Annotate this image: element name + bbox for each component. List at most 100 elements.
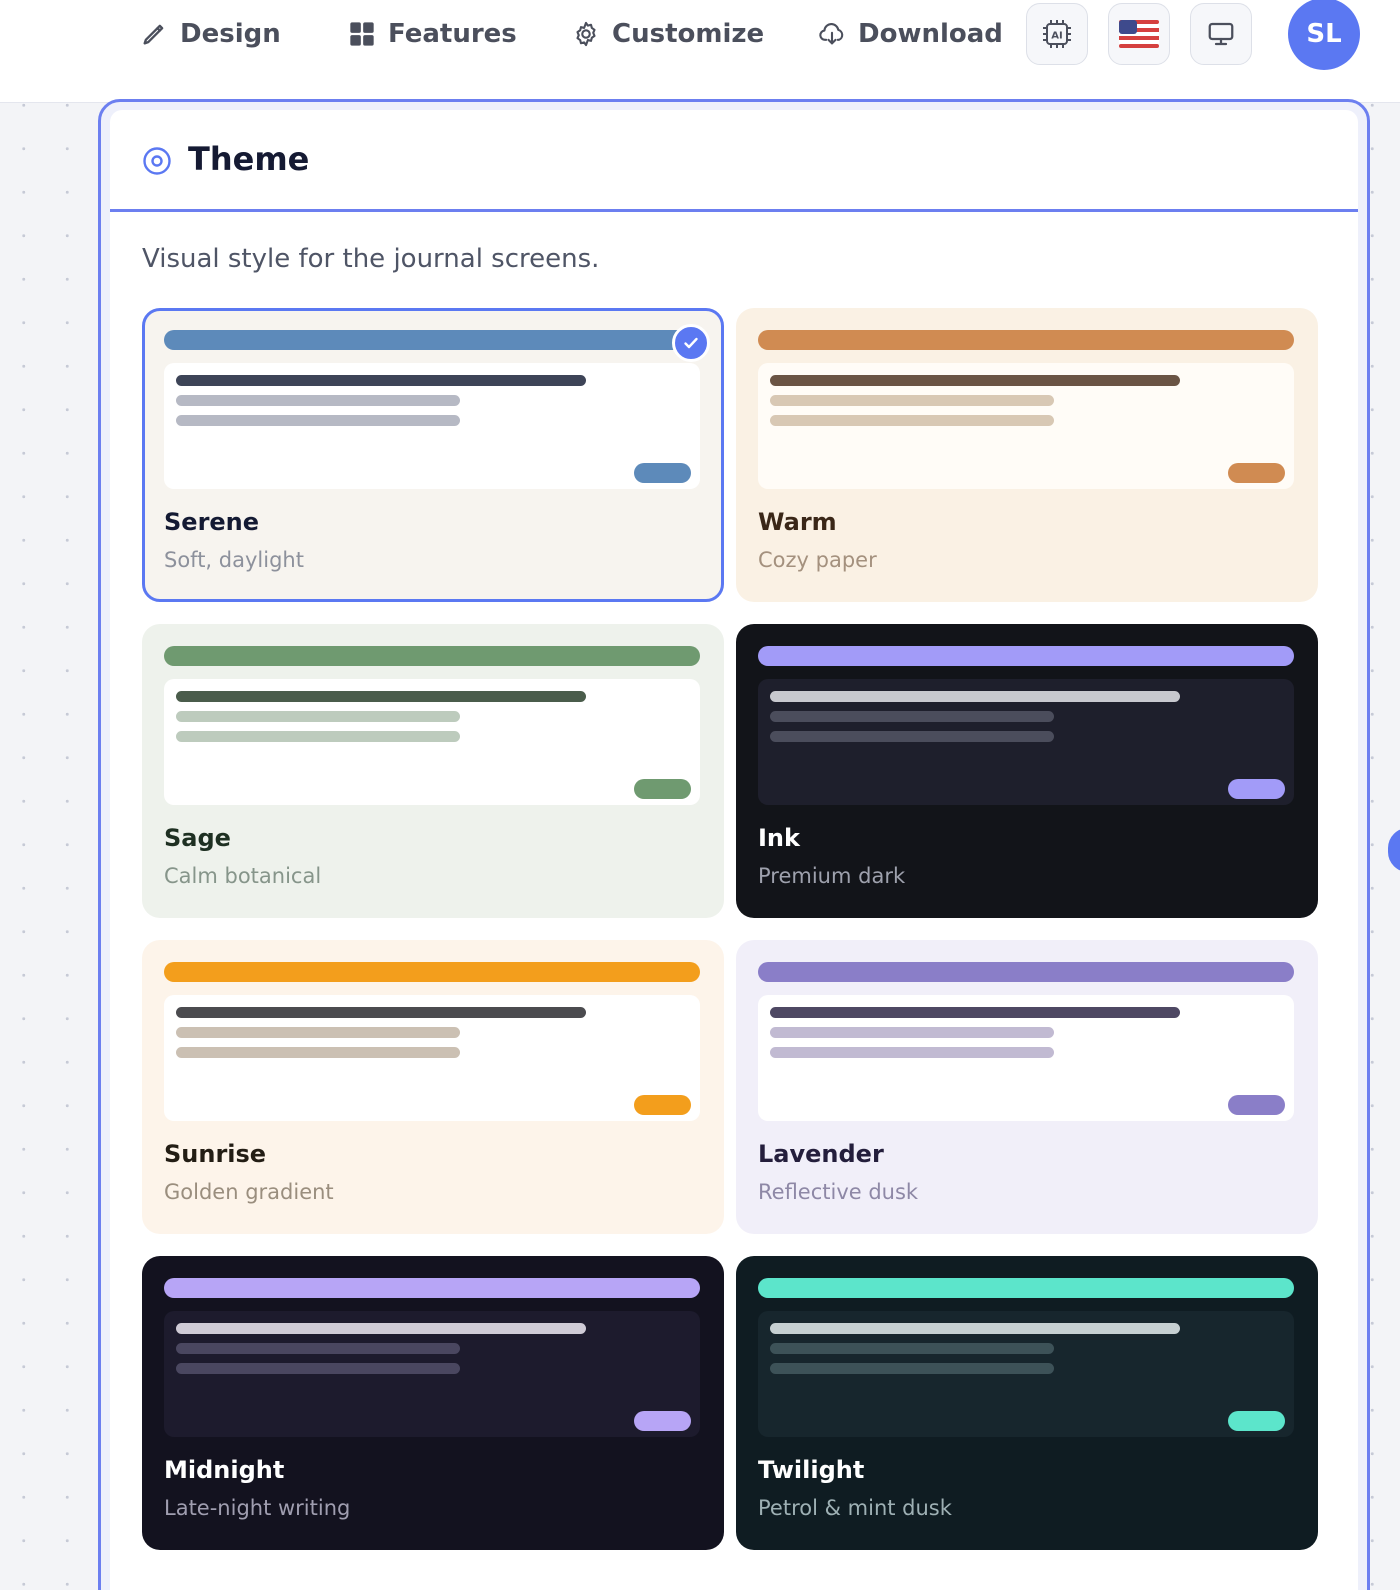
theme-preview-line xyxy=(176,415,460,426)
theme-preview-button xyxy=(1228,1411,1285,1431)
theme-preview-button xyxy=(634,779,691,799)
theme-name: Twilight xyxy=(758,1456,865,1484)
target-icon xyxy=(143,147,171,175)
theme-preview-line xyxy=(176,691,586,702)
preview-device-button[interactable] xyxy=(1190,3,1252,65)
nav-customize[interactable]: Customize xyxy=(572,14,764,54)
theme-preview-header-bar xyxy=(758,1278,1294,1298)
theme-preview-header-bar xyxy=(164,646,700,666)
theme-preview-header-bar xyxy=(758,646,1294,666)
user-avatar[interactable]: SL xyxy=(1288,0,1360,70)
ai-badge-text: AI xyxy=(1051,31,1062,42)
theme-subtitle: Late-night writing xyxy=(164,1496,351,1520)
nav-features-label: Features xyxy=(388,19,517,49)
theme-preview-line xyxy=(770,415,1054,426)
nav-features[interactable]: Features xyxy=(348,14,517,54)
theme-preview-button xyxy=(1228,463,1285,483)
cloud-download-icon xyxy=(819,23,844,45)
theme-preview-line xyxy=(770,1007,1180,1018)
theme-card-warm[interactable]: Warm Cozy paper xyxy=(736,308,1318,602)
monitor-icon xyxy=(1208,22,1234,46)
theme-preview-line xyxy=(176,1027,460,1038)
side-handle[interactable] xyxy=(1388,828,1400,872)
panel-title: Theme xyxy=(188,140,310,178)
nav-design-label: Design xyxy=(180,19,281,49)
theme-preview-header-bar xyxy=(164,1278,700,1298)
pen-icon xyxy=(143,24,164,45)
theme-preview-line xyxy=(770,1343,1054,1354)
theme-preview-line xyxy=(176,711,460,722)
theme-card-serene[interactable]: Serene Soft, daylight xyxy=(142,308,724,602)
theme-preview-line xyxy=(176,1343,460,1354)
theme-card-sunrise[interactable]: Sunrise Golden gradient xyxy=(142,940,724,1234)
theme-subtitle: Reflective dusk xyxy=(758,1180,919,1204)
theme-subtitle: Petrol & mint dusk xyxy=(758,1496,952,1520)
theme-preview-line xyxy=(770,395,1054,406)
theme-name: Midnight xyxy=(164,1456,285,1484)
selected-check-icon xyxy=(672,324,710,362)
ai-chip-icon: AI xyxy=(1043,20,1071,48)
grid-icon xyxy=(350,22,374,46)
theme-preview-line xyxy=(770,1363,1054,1374)
theme-panel: Theme Visual style for the journal scree… xyxy=(110,110,1358,1590)
theme-subtitle: Premium dark xyxy=(758,864,906,888)
theme-name: Sage xyxy=(164,824,231,852)
nav-design[interactable]: Design xyxy=(140,14,281,54)
theme-card-midnight[interactable]: Midnight Late-night writing xyxy=(142,1256,724,1550)
panel-header: Theme xyxy=(110,110,1358,212)
theme-name: Serene xyxy=(164,508,260,536)
theme-preview-header-bar xyxy=(164,962,700,982)
theme-preview-body xyxy=(164,1311,700,1437)
theme-preview-body xyxy=(164,363,700,489)
theme-preview-line xyxy=(770,1047,1054,1058)
nav-download-label: Download xyxy=(858,19,1003,49)
theme-preview-line xyxy=(176,395,460,406)
theme-preview-body xyxy=(164,995,700,1121)
theme-preview-button xyxy=(1228,779,1285,799)
theme-name: Warm xyxy=(758,508,837,536)
theme-preview-line xyxy=(770,711,1054,722)
theme-card-lavender[interactable]: Lavender Reflective dusk xyxy=(736,940,1318,1234)
theme-preview-line xyxy=(176,1047,460,1058)
theme-preview-button xyxy=(1228,1095,1285,1115)
theme-preview-button xyxy=(634,1411,691,1431)
theme-preview-line xyxy=(176,375,586,386)
theme-preview-line xyxy=(770,1323,1180,1334)
theme-name: Lavender xyxy=(758,1140,884,1168)
theme-preview-body xyxy=(758,679,1294,805)
theme-preview-body xyxy=(758,363,1294,489)
theme-card-ink[interactable]: Ink Premium dark xyxy=(736,624,1318,918)
avatar-initials: SL xyxy=(1306,19,1342,49)
theme-preview-line xyxy=(770,375,1180,386)
panel-description: Visual style for the journal screens. xyxy=(142,244,600,274)
theme-card-twilight[interactable]: Twilight Petrol & mint dusk xyxy=(736,1256,1318,1550)
theme-preview-line xyxy=(176,1007,586,1018)
theme-preview-body xyxy=(758,1311,1294,1437)
theme-preview-line xyxy=(770,1027,1054,1038)
theme-preview-button xyxy=(634,463,691,483)
theme-preview-body xyxy=(164,679,700,805)
language-button[interactable] xyxy=(1108,3,1170,65)
theme-preview-line xyxy=(770,691,1180,702)
theme-name: Sunrise xyxy=(164,1140,267,1168)
us-flag-icon xyxy=(1119,20,1159,48)
theme-preview-line xyxy=(176,1323,586,1334)
theme-subtitle: Golden gradient xyxy=(164,1180,334,1204)
theme-preview-body xyxy=(758,995,1294,1121)
ai-chip-button[interactable]: AI xyxy=(1026,3,1088,65)
theme-preview-header-bar xyxy=(758,330,1294,350)
theme-subtitle: Soft, daylight xyxy=(164,548,304,572)
theme-subtitle: Calm botanical xyxy=(164,864,322,888)
nav-download[interactable]: Download xyxy=(818,14,1003,54)
theme-preview-line xyxy=(176,731,460,742)
theme-preview-button xyxy=(634,1095,691,1115)
theme-preview-line xyxy=(176,1363,460,1374)
theme-preview-header-bar xyxy=(758,962,1294,982)
theme-subtitle: Cozy paper xyxy=(758,548,877,572)
theme-preview-header-bar xyxy=(164,330,700,350)
theme-preview-line xyxy=(770,731,1054,742)
gear-icon xyxy=(576,21,596,47)
theme-name: Ink xyxy=(758,824,800,852)
theme-card-sage[interactable]: Sage Calm botanical xyxy=(142,624,724,918)
nav-customize-label: Customize xyxy=(612,19,765,49)
